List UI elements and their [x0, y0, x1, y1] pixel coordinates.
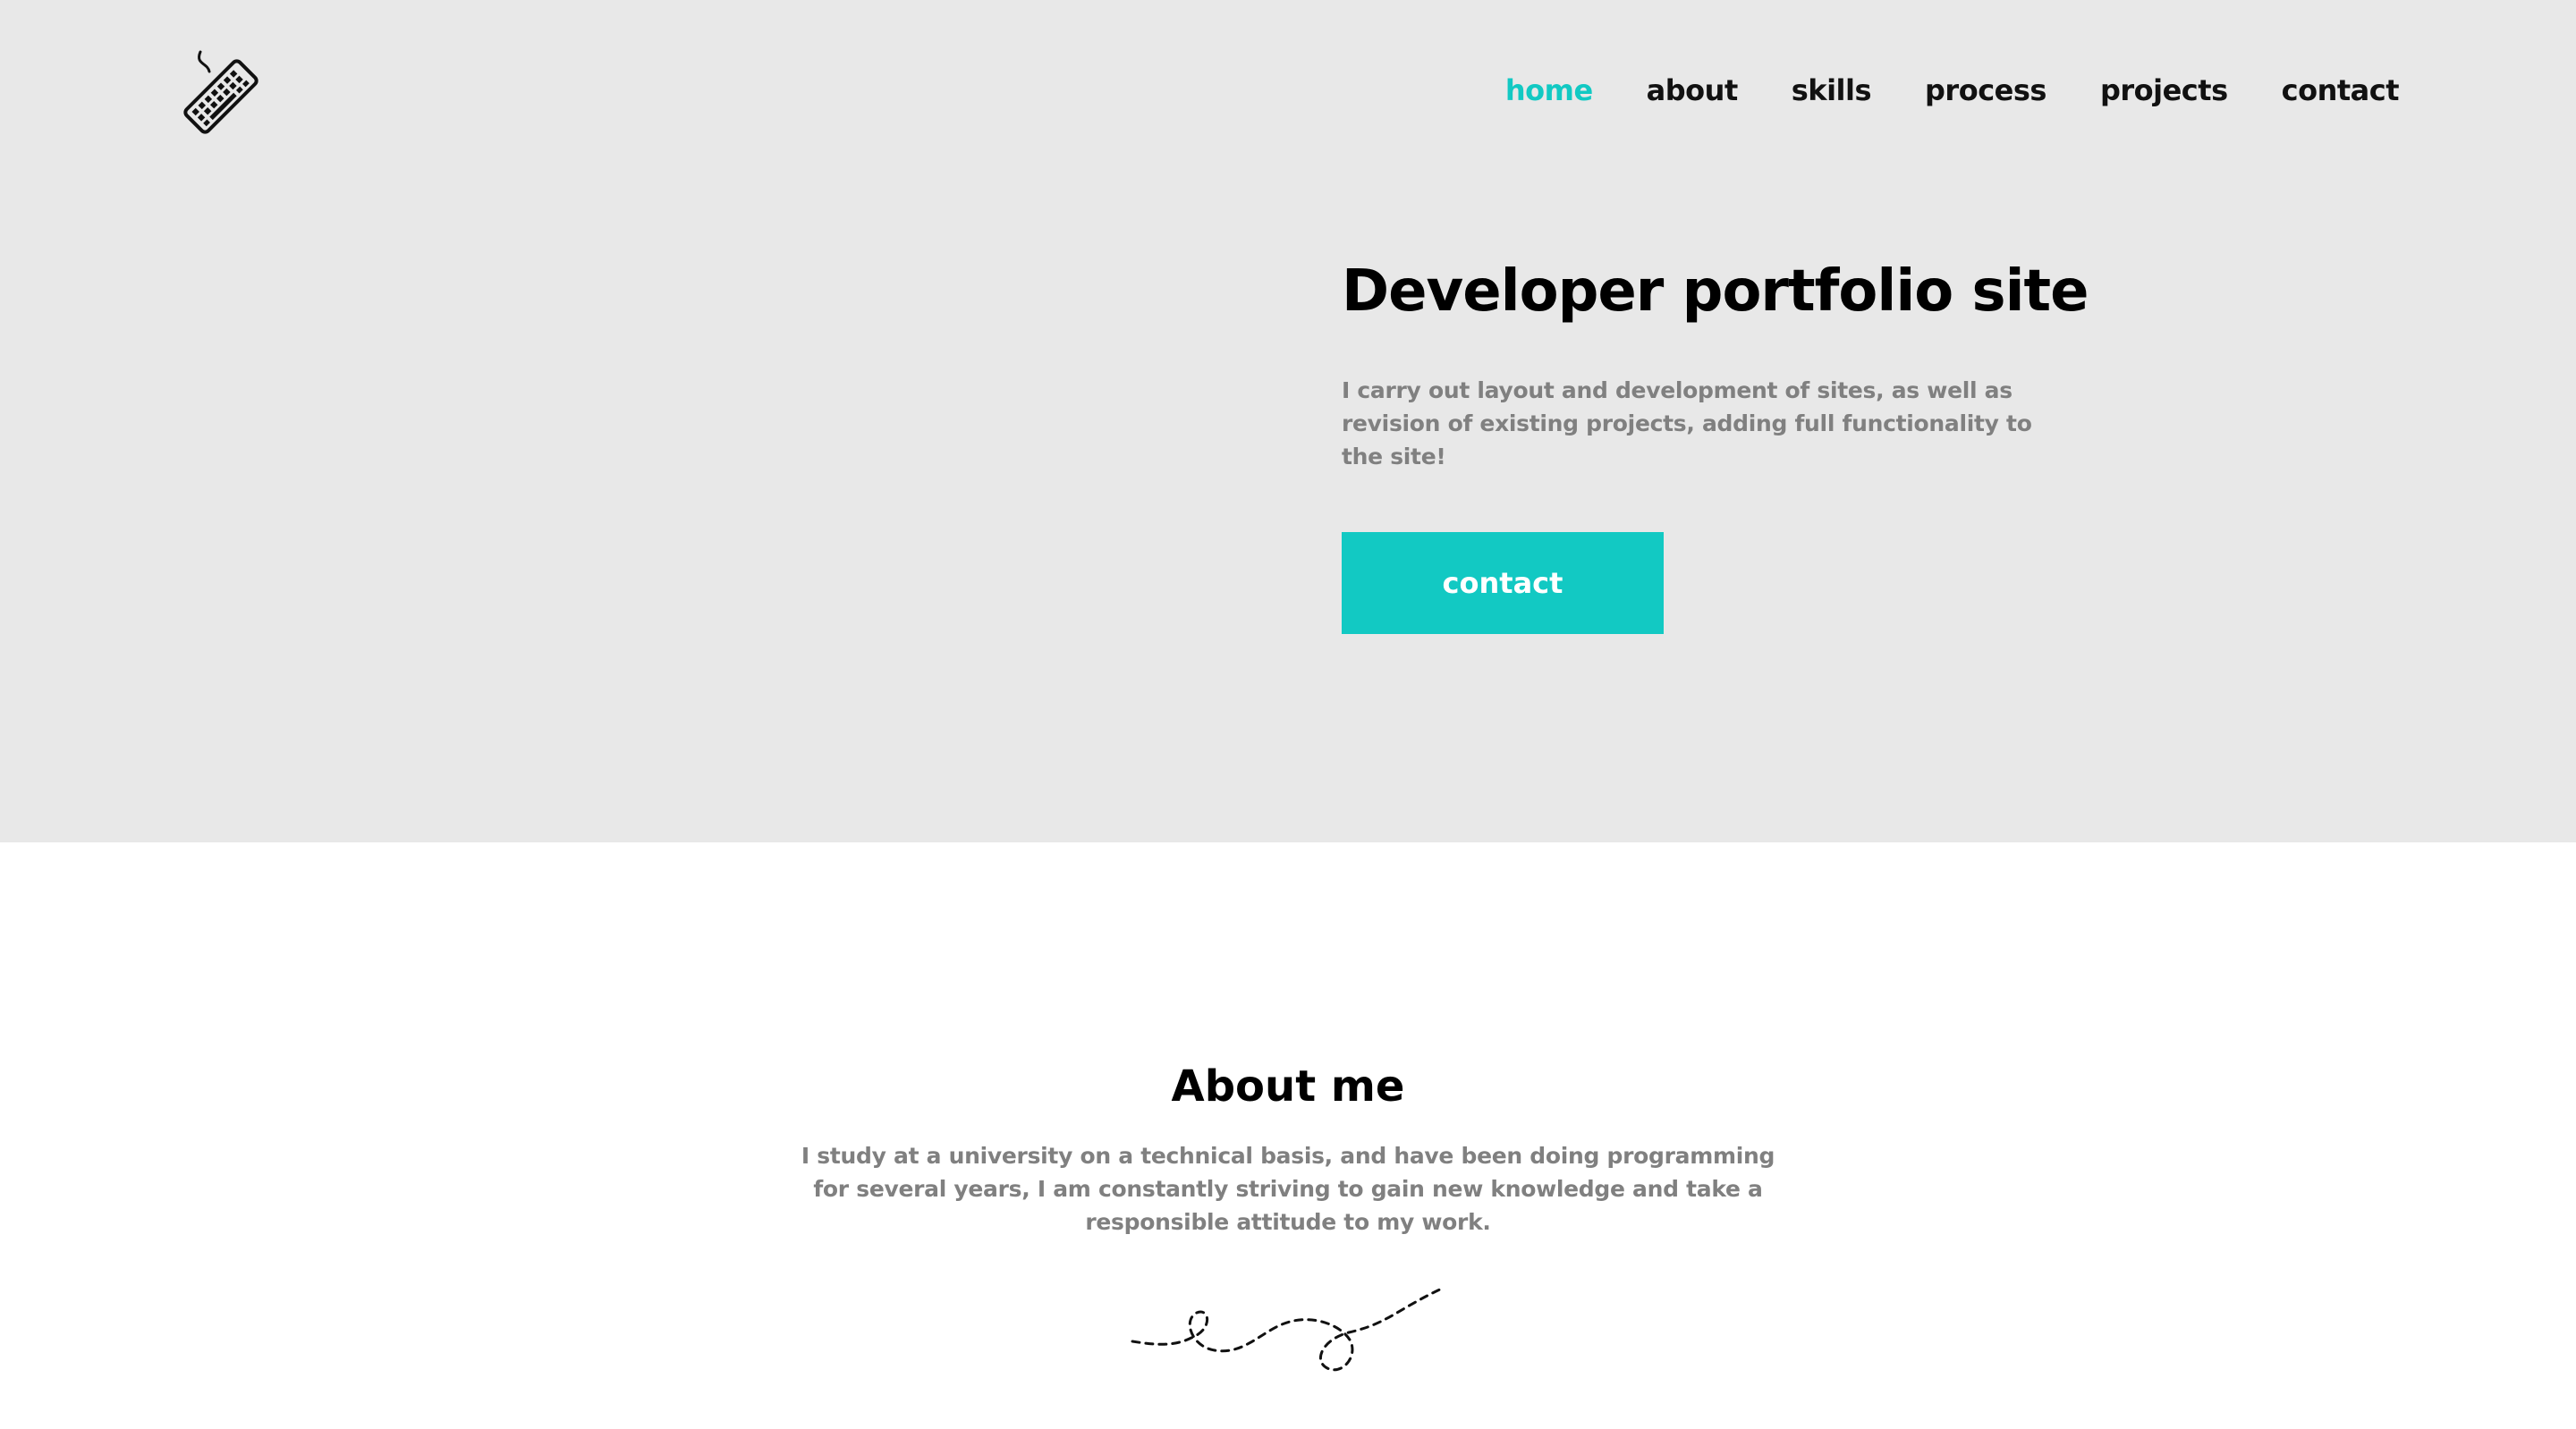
nav-process-link[interactable]: process: [1925, 70, 2046, 111]
hero-description: I carry out layout and development of si…: [1342, 377, 2032, 469]
hero-section: home about skills process projects conta…: [0, 0, 2576, 842]
hero-content: Developer portfolio site I carry out lay…: [1342, 250, 2089, 634]
hero-title: Developer portfolio site: [1342, 258, 2089, 325]
nav-home-link[interactable]: home: [1505, 70, 1593, 111]
keyboard-icon[interactable]: [175, 45, 267, 138]
contact-button[interactable]: contact: [1342, 532, 1664, 634]
nav-contact-link[interactable]: contact: [2282, 70, 2400, 111]
about-title: About me: [1171, 1061, 1405, 1112]
main-nav: home about skills process projects conta…: [1505, 70, 2400, 111]
about-section: About me I study at a university on a te…: [0, 1055, 2576, 1239]
nav-about-link[interactable]: about: [1647, 70, 1739, 111]
nav-skills-link[interactable]: skills: [1792, 70, 1872, 111]
nav-projects-link[interactable]: projects: [2100, 70, 2228, 111]
dashed-squiggle-icon: [1129, 1282, 1451, 1381]
about-description: I study at a university on a technical b…: [801, 1143, 1775, 1235]
